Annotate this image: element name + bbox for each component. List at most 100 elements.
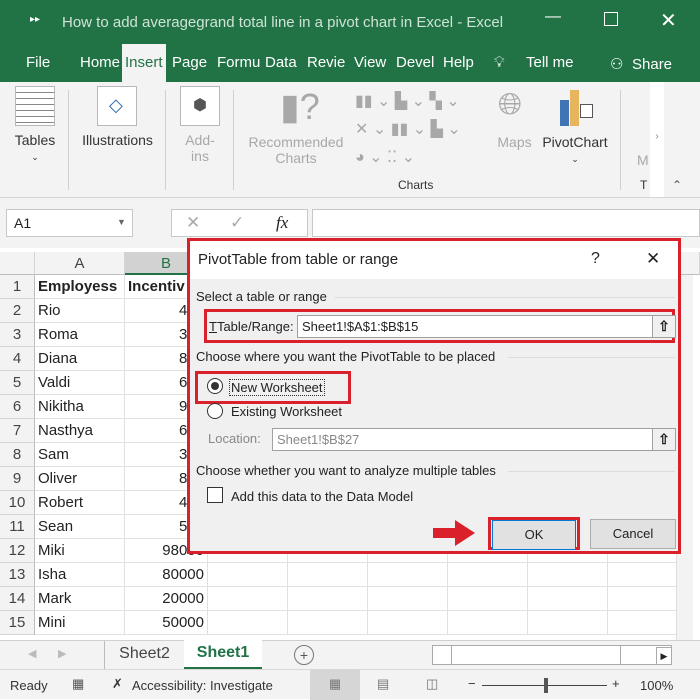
cell-b[interactable]: 50000 bbox=[125, 611, 208, 635]
tab-help[interactable]: Help bbox=[443, 54, 474, 71]
macro-icon[interactable]: ▦ bbox=[72, 676, 84, 692]
cell[interactable] bbox=[288, 587, 368, 611]
tab-file[interactable]: File bbox=[26, 54, 50, 71]
share-button[interactable]: Share bbox=[632, 56, 672, 73]
maps-button[interactable]: Maps bbox=[492, 134, 537, 150]
insert-function-icon[interactable]: fx bbox=[276, 213, 288, 233]
tab-formulas[interactable]: Formu bbox=[217, 54, 260, 71]
row-header[interactable]: 3 bbox=[0, 323, 35, 347]
cell-a[interactable]: Mini bbox=[35, 611, 125, 635]
tables-button[interactable]: Tables bbox=[10, 132, 60, 148]
tab-page-layout[interactable]: Page bbox=[172, 54, 207, 71]
row-header[interactable]: 7 bbox=[0, 419, 35, 443]
cell-b[interactable]: 20000 bbox=[125, 587, 208, 611]
cell[interactable] bbox=[208, 611, 288, 635]
tell-me-search[interactable]: Tell me bbox=[526, 54, 574, 71]
enter-icon[interactable]: ✓ bbox=[230, 213, 244, 233]
collapse-dialog-button[interactable]: ⇧ bbox=[652, 315, 676, 338]
page-break-view-icon[interactable]: ◫ bbox=[426, 676, 438, 692]
cell[interactable] bbox=[448, 563, 528, 587]
chart-type-icons[interactable]: ▮▮ ⌄ ▙ ⌄ ▚ ⌄ ✕ ⌄ ▮▮ ⌄ ▙ ⌄ ◕ ⌄ ⁚⁚ ⌄ bbox=[355, 88, 461, 172]
row-header[interactable]: 11 bbox=[0, 515, 35, 539]
normal-view-icon[interactable]: ▦ bbox=[310, 670, 360, 700]
prev-sheet-icon[interactable]: ◀ bbox=[28, 647, 36, 660]
cancel-button[interactable]: Cancel bbox=[590, 519, 676, 549]
cell-b[interactable]: 80000 bbox=[125, 563, 208, 587]
cell-a[interactable]: Roma bbox=[35, 323, 125, 347]
row-header[interactable]: 14 bbox=[0, 587, 35, 611]
cell-a[interactable]: Robert bbox=[35, 491, 125, 515]
tab-review[interactable]: Revie bbox=[307, 54, 345, 71]
row-header[interactable]: 6 bbox=[0, 395, 35, 419]
zoom-level[interactable]: 100% bbox=[640, 678, 673, 693]
cell-a[interactable]: Sean bbox=[35, 515, 125, 539]
data-model-label[interactable]: Add this data to the Data Model bbox=[231, 489, 413, 504]
quick-access-icon[interactable]: ▸▸ bbox=[30, 14, 40, 25]
cancel-icon[interactable]: ✕ bbox=[186, 213, 200, 233]
data-model-checkbox[interactable] bbox=[207, 487, 223, 503]
collapse-ribbon-icon[interactable]: ⌃ bbox=[672, 178, 682, 192]
cell[interactable] bbox=[448, 587, 528, 611]
cell[interactable] bbox=[208, 587, 288, 611]
zoom-in-button[interactable]: + bbox=[612, 676, 620, 691]
row-header[interactable]: 10 bbox=[0, 491, 35, 515]
ok-button[interactable]: OK bbox=[492, 520, 576, 550]
new-worksheet-label[interactable]: New Worksheet bbox=[229, 379, 325, 396]
location-input[interactable]: Sheet1!$B$27 bbox=[272, 428, 653, 451]
scroll-right-icon[interactable]: ▶ bbox=[656, 647, 672, 665]
row-header[interactable]: 8 bbox=[0, 443, 35, 467]
existing-worksheet-label[interactable]: Existing Worksheet bbox=[231, 404, 342, 419]
row-header[interactable]: 4 bbox=[0, 347, 35, 371]
cell-a[interactable]: Valdi bbox=[35, 371, 125, 395]
tab-developer[interactable]: Devel bbox=[396, 54, 434, 71]
row-header[interactable]: 1 bbox=[0, 275, 35, 299]
row-header[interactable]: 13 bbox=[0, 563, 35, 587]
range-input[interactable]: Sheet1!$A$1:$B$15 bbox=[297, 315, 653, 338]
cell-a[interactable]: Nasthya bbox=[35, 419, 125, 443]
cell[interactable] bbox=[528, 563, 608, 587]
cell[interactable] bbox=[208, 563, 288, 587]
new-worksheet-radio[interactable] bbox=[207, 378, 223, 394]
row-header[interactable]: 15 bbox=[0, 611, 35, 635]
cell[interactable] bbox=[368, 587, 448, 611]
existing-worksheet-radio[interactable] bbox=[207, 403, 223, 419]
pivotchart-button[interactable]: PivotChart bbox=[540, 134, 610, 150]
zoom-out-button[interactable]: − bbox=[468, 676, 476, 691]
cell-a[interactable]: Oliver bbox=[35, 467, 125, 491]
more-button[interactable]: M bbox=[637, 152, 649, 168]
cell-a[interactable]: Isha bbox=[35, 563, 125, 587]
cell-a[interactable]: Miki bbox=[35, 539, 125, 563]
row-header[interactable]: 9 bbox=[0, 467, 35, 491]
horizontal-scrollbar[interactable] bbox=[432, 645, 672, 665]
sheet-tab-sheet2[interactable]: Sheet2 bbox=[104, 641, 184, 669]
cell[interactable] bbox=[528, 611, 608, 635]
cell-a[interactable]: Rio bbox=[35, 299, 125, 323]
close-window-button[interactable]: ✕ bbox=[660, 8, 677, 33]
tab-data[interactable]: Data bbox=[265, 54, 297, 71]
cell[interactable] bbox=[528, 587, 608, 611]
cell[interactable] bbox=[368, 611, 448, 635]
row-header[interactable]: 12 bbox=[0, 539, 35, 563]
cell-a[interactable]: Sam bbox=[35, 443, 125, 467]
minimize-button[interactable]: — bbox=[545, 8, 561, 26]
accessibility-status[interactable]: Accessibility: Investigate bbox=[132, 678, 273, 693]
next-sheet-icon[interactable]: ▶ bbox=[58, 647, 66, 660]
zoom-slider-thumb[interactable] bbox=[544, 678, 548, 693]
recommended-charts-button[interactable]: Recommended Charts bbox=[240, 134, 352, 166]
cell[interactable] bbox=[448, 611, 528, 635]
cell-a[interactable]: Nikitha bbox=[35, 395, 125, 419]
maximize-button[interactable] bbox=[604, 12, 618, 26]
cell[interactable] bbox=[288, 611, 368, 635]
location-collapse-button[interactable]: ⇧ bbox=[652, 428, 676, 451]
addins-button[interactable]: Add-ins bbox=[175, 132, 225, 164]
tab-home[interactable]: Home bbox=[80, 54, 120, 71]
cell-a[interactable]: Diana bbox=[35, 347, 125, 371]
dialog-close-button[interactable]: ✕ bbox=[646, 249, 660, 269]
help-button[interactable]: ? bbox=[591, 250, 600, 268]
row-header[interactable]: 2 bbox=[0, 299, 35, 323]
name-box[interactable]: A1 ▼ bbox=[6, 209, 133, 237]
tab-insert[interactable]: Insert bbox=[122, 44, 166, 82]
illustrations-button[interactable]: Illustrations bbox=[75, 132, 160, 148]
cell[interactable] bbox=[368, 563, 448, 587]
page-layout-view-icon[interactable]: ▤ bbox=[377, 676, 389, 692]
